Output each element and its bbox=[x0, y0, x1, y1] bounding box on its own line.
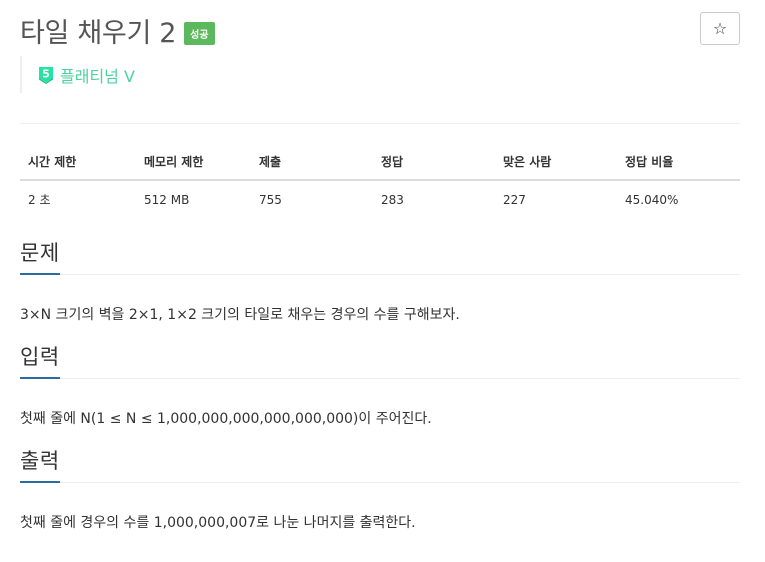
cell-solvers[interactable]: 227 bbox=[495, 180, 617, 218]
star-button[interactable]: ☆ bbox=[700, 12, 740, 45]
title-row: 타일 채우기 2 성공 bbox=[20, 10, 215, 50]
header-submissions: 제출 bbox=[251, 143, 373, 181]
table-header-row: 시간 제한 메모리 제한 제출 정답 맞은 사람 정답 비율 bbox=[20, 143, 740, 181]
cell-submissions[interactable]: 755 bbox=[251, 180, 373, 218]
section-header: 출력 bbox=[20, 444, 740, 483]
cell-ratio: 45.040% bbox=[625, 192, 679, 207]
section-description: 문제 3×N 크기의 벽을 2×1, 1×2 크기의 타일로 채우는 경우의 수… bbox=[20, 236, 740, 324]
section-title-output: 출력 bbox=[20, 449, 60, 483]
input-text: 첫째 줄에 N(1 ≤ N ≤ 1,000,000,000,000,000,00… bbox=[20, 411, 432, 427]
cell-memory-limit: 512 MB bbox=[144, 192, 190, 207]
cell-accepted[interactable]: 283 bbox=[373, 180, 495, 218]
table-row: 2 초 512 MB 755 283 227 45.040% bbox=[20, 180, 740, 218]
problem-info-table: 시간 제한 메모리 제한 제출 정답 맞은 사람 정답 비율 2 초 512 M… bbox=[20, 143, 740, 218]
section-title-description: 문제 bbox=[20, 241, 60, 275]
header-solvers: 맞은 사람 bbox=[495, 143, 617, 181]
section-input: 입력 첫째 줄에 N(1 ≤ N ≤ 1,000,000,000,000,000… bbox=[20, 340, 740, 428]
output-text: 첫째 줄에 경우의 수를 1,000,000,007로 나눈 나머지를 출력한다… bbox=[20, 515, 416, 531]
header-accepted: 정답 bbox=[373, 143, 495, 181]
section-header: 입력 bbox=[20, 340, 740, 379]
platinum-5-icon: 5 bbox=[39, 66, 53, 84]
star-icon: ☆ bbox=[712, 19, 728, 38]
status-badge: 성공 bbox=[184, 21, 215, 45]
header-time-limit: 시간 제한 bbox=[20, 143, 136, 181]
section-header: 문제 bbox=[20, 236, 740, 275]
tier-label: 플래티넘 V bbox=[60, 66, 135, 86]
header-ratio: 정답 비율 bbox=[617, 143, 740, 181]
header-memory-limit: 메모리 제한 bbox=[136, 143, 251, 181]
description-text: 3×N 크기의 벽을 2×1, 1×2 크기의 타일로 채우는 경우의 수를 구… bbox=[20, 307, 460, 323]
section-title-input: 입력 bbox=[20, 345, 60, 379]
divider bbox=[20, 123, 740, 124]
cell-time-limit: 2 초 bbox=[28, 193, 51, 207]
tier-icon-digit: 5 bbox=[42, 67, 50, 80]
problem-title: 타일 채우기 2 bbox=[20, 17, 177, 49]
section-output: 출력 첫째 줄에 경우의 수를 1,000,000,007로 나눈 나머지를 출… bbox=[20, 444, 740, 532]
tier-badge[interactable]: 5 플래티넘 V bbox=[20, 56, 135, 93]
